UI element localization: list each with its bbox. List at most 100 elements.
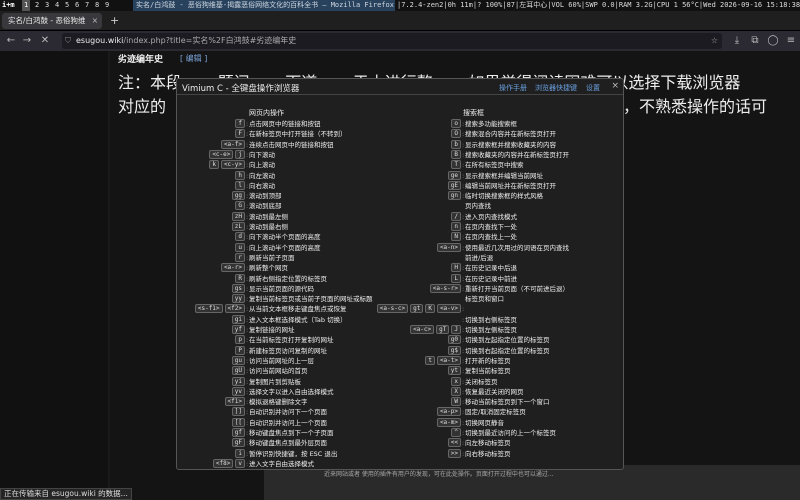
shortcut-keys: L <box>449 273 461 284</box>
command-row: <a-n>: 使用最近几次用过的词语在页内查找 <box>177 242 625 253</box>
menu-icon[interactable]: ≡ <box>784 34 798 48</box>
workspace-7[interactable]: 7 <box>85 0 89 11</box>
forward-icon[interactable]: → <box>20 34 34 48</box>
edit-section-link[interactable]: [ 编辑 ] <box>180 53 207 64</box>
shortcut-keys: g$ <box>446 345 461 356</box>
workspace-1[interactable]: 1 <box>22 0 31 11</box>
shortcut-keys: b <box>449 139 461 150</box>
separator: : <box>462 140 465 149</box>
workspace-3[interactable]: 3 <box>45 0 49 11</box>
key-badge: <a-c> <box>410 325 435 334</box>
new-tab-button[interactable]: + <box>110 13 119 29</box>
wiki-sidebar <box>0 51 108 500</box>
back-icon[interactable]: ← <box>4 34 18 48</box>
bookmark-star-icon[interactable]: ☆ <box>711 33 718 49</box>
command-row: <a-c> gT J: 切换到左侧标签页 <box>177 325 625 335</box>
url-host: esugou.wiki <box>76 36 124 45</box>
command-row: n: 在页内查找下一处 <box>177 222 625 232</box>
command-row: g$: 切换到右起指定位置的标签页 <box>177 345 625 356</box>
command-description: 在页内查找下一处 <box>465 223 517 231</box>
key-badge: H <box>451 263 461 273</box>
close-icon[interactable]: × <box>611 81 619 91</box>
browser-tab[interactable]: 实名/白鸿鼓 - 恶俗狗维 × <box>2 13 102 29</box>
workspace-4[interactable]: 4 <box>55 0 59 11</box>
key-badge: g0 <box>447 335 461 345</box>
workspace-6[interactable]: 6 <box>75 0 79 11</box>
workspace-5[interactable]: 5 <box>65 0 69 11</box>
shortcut-keys: O <box>449 129 461 139</box>
command-description: 显示搜索框并编辑当前网址 <box>465 171 543 180</box>
navigation-toolbar: ← → ✕ ⛉ esugou.wiki/index.php?title=实名%2… <box>0 31 800 51</box>
key-badge: / <box>451 211 461 221</box>
key-badge: g$ <box>447 345 461 355</box>
manual-link[interactable]: 操作手册 <box>499 83 527 93</box>
command-description: 在所有标签页中搜索 <box>465 161 524 170</box>
command-description: 切换到左侧标签页 <box>465 326 517 334</box>
command-description: 在历史记录中前进 <box>465 274 517 283</box>
command-row: L: 在历史记录中前进 <box>177 273 625 284</box>
command-description: 临时切换搜索框的样式风格 <box>465 192 543 201</box>
command-row: W: 移动当前标签页到下一个窗口 <box>177 397 625 407</box>
separator: : <box>462 408 465 417</box>
tab-close-icon[interactable]: × <box>92 13 98 29</box>
command-description: 切换到最近访问的上一个标签页 <box>465 429 556 437</box>
command-description: 复制当前标签页 <box>465 367 511 376</box>
separator: : <box>462 387 465 396</box>
workspace-2[interactable]: 2 <box>35 0 39 11</box>
separator: : <box>462 223 465 231</box>
command-description: 搜索多功能搜索框 <box>465 120 517 128</box>
article-text-line: ，不熟悉操作的话可 <box>623 97 768 116</box>
command-row: x: 关闭标签页 <box>177 376 625 387</box>
command-row: T: 在所有标签页中搜索 <box>177 160 625 170</box>
wm-logo: i+m <box>2 1 15 9</box>
key-badge: x <box>451 376 461 386</box>
command-row: t <a-t>: 打开新的标签页 <box>177 355 625 366</box>
system-status-bar: i+m 1 2 3 4 5 6 7 8 9 实名/白鸿鼓 - 恶俗狗维基-揭露恶… <box>0 0 800 11</box>
key-badge: <a-m> <box>436 417 461 427</box>
shortcut-keys: <a-c> gT J <box>408 325 461 335</box>
command-description: 显示搜索框并搜索收藏夹的内容 <box>465 140 556 149</box>
command-description: 固定/取消固定标签页 <box>465 408 526 417</box>
key-badge: ge <box>447 170 461 180</box>
command-description: 在历史记录中后退 <box>465 264 517 273</box>
separator: : <box>462 284 465 293</box>
separator: : <box>462 429 465 437</box>
stop-icon[interactable]: ✕ <box>38 34 52 48</box>
site-info-icon[interactable]: ⛉ <box>65 33 71 49</box>
workspace-9[interactable]: 9 <box>105 0 109 11</box>
separator: : <box>462 171 465 180</box>
workspace-8[interactable]: 8 <box>95 0 99 11</box>
command-row: <<: 向左移动标签页 <box>177 438 625 448</box>
shortcut-keys: <a-s-c> gt K <a-v> <box>375 304 461 314</box>
separator: : <box>462 356 465 365</box>
command-row: ^: 切换到最近访问的上一个标签页 <box>177 428 625 438</box>
key-badge: yt <box>447 366 461 376</box>
key-badge: N <box>451 232 461 242</box>
key-badge: t <box>425 355 435 365</box>
command-description: 进入页内查找模式 <box>465 212 517 221</box>
command-row: <a-s-c> gt K <a-v>: <box>177 304 625 314</box>
address-bar[interactable]: ⛉ esugou.wiki/index.php?title=实名%2F白鸿鼓#劣… <box>62 33 722 49</box>
shortcut-keys: H <box>449 263 461 273</box>
key-badge: X <box>451 386 461 396</box>
account-icon[interactable]: ◯ <box>766 34 780 48</box>
shortcut-keys: o <box>449 119 461 129</box>
command-row: H: 在历史记录中后退 <box>177 263 625 273</box>
command-row: gn: 临时切换搜索框的样式风格 <box>177 191 625 201</box>
separator: : <box>462 264 465 273</box>
shortcut-keys: << <box>446 438 461 448</box>
separator: : <box>462 398 465 407</box>
section-header-label: 标签页和窗口 <box>465 295 504 304</box>
shortcut-keys: >> <box>446 448 461 459</box>
shortcut-keys: gn <box>446 191 461 201</box>
extensions-icon[interactable]: ⧉ <box>748 34 762 48</box>
command-description: 切换到左起指定位置的标签页 <box>465 336 550 345</box>
article-text-line: 对应的 <box>118 97 167 116</box>
shortcut-keys: n <box>449 222 461 232</box>
downloads-icon[interactable]: ⤓ <box>730 34 744 48</box>
browser-shortcuts-link[interactable]: 浏览器快捷键 <box>535 83 577 93</box>
settings-link[interactable]: 设置 <box>586 83 600 93</box>
dialog-header: Vimium C - 全键盘操作浏览器 操作手册 浏览器快捷键 设置 × <box>177 79 623 95</box>
section-header: 标签页和窗口 <box>177 294 625 304</box>
shortcut-keys: N <box>449 232 461 242</box>
